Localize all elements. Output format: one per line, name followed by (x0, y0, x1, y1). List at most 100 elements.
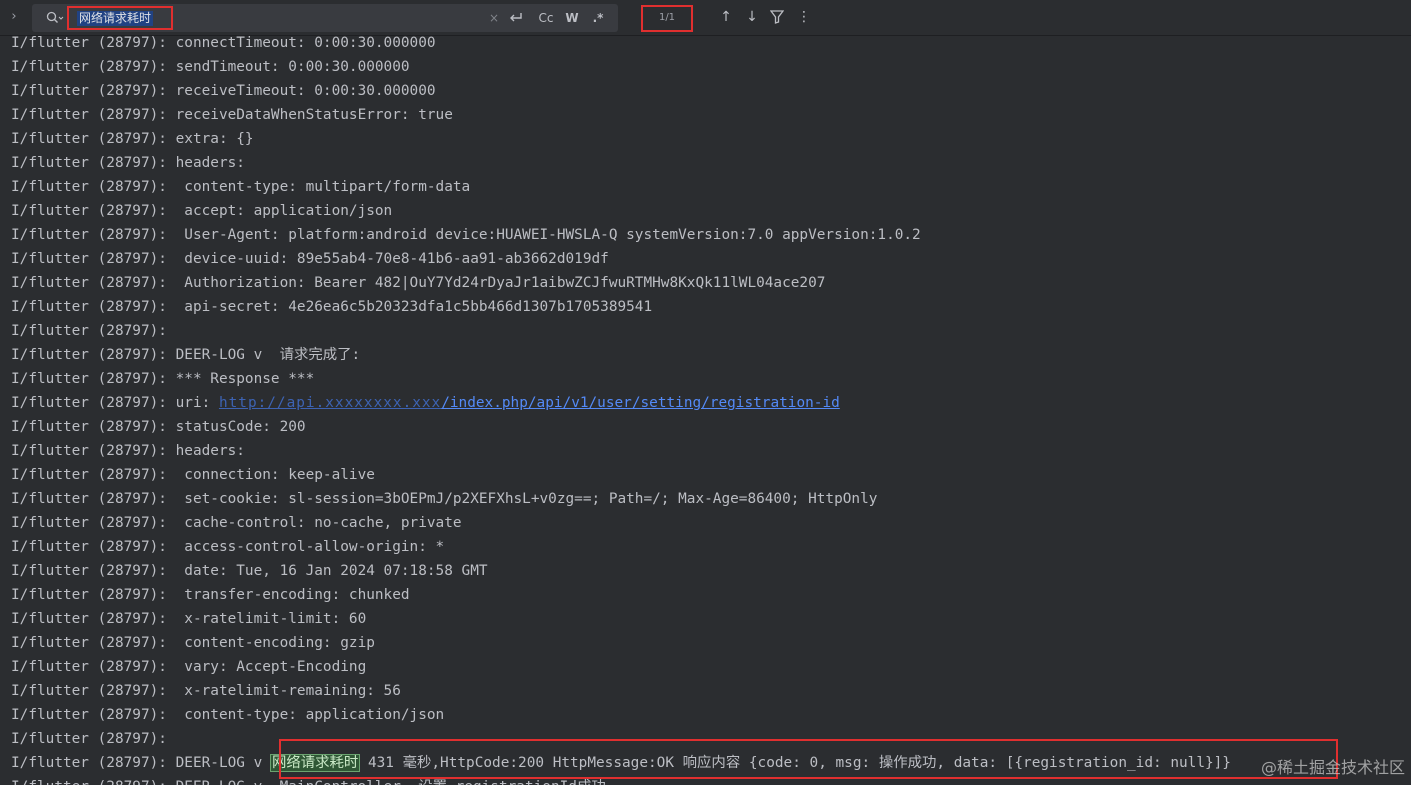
match-counter-frame: 1/1 (641, 5, 693, 32)
log-prefix: I/flutter (28797): (11, 659, 176, 675)
log-text: uri: (175, 395, 219, 411)
uri-host-blurred[interactable]: http://api.xxxxxxxx.xxx (219, 395, 441, 411)
log-text: *** Response *** (175, 371, 315, 387)
new-line-icon[interactable] (508, 11, 524, 25)
regex-button[interactable]: .* (587, 8, 609, 28)
log-line: I/flutter (28797): api-secret: 4e26ea6c5… (11, 295, 652, 319)
log-line: I/flutter (28797): DEER-LOG v 请求完成了: (11, 343, 360, 367)
log-line: I/flutter (28797): x-ratelimit-limit: 60 (11, 607, 366, 631)
log-line: I/flutter (28797): *** Response *** (11, 367, 314, 391)
search-history-icon[interactable] (46, 11, 64, 25)
log-text: cache-control: no-cache, private (175, 515, 462, 531)
log-text: 431 毫秒,HttpCode:200 HttpMessage:OK 响应内容 … (359, 755, 1231, 771)
log-text: content-encoding: gzip (175, 635, 375, 651)
log-prefix: I/flutter (28797): (11, 347, 176, 363)
log-prefix: I/flutter (28797): (11, 203, 176, 219)
log-text: set-cookie: sl-session=3bOEPmJ/p2XEFXhsL… (175, 491, 878, 507)
log-text: connectTimeout: 0:00:30.000000 (175, 35, 436, 51)
log-text: accept: application/json (175, 203, 393, 219)
log-line: I/flutter (28797): connection: keep-aliv… (11, 463, 375, 487)
log-text: connection: keep-alive (175, 467, 375, 483)
log-line: I/flutter (28797): extra: {} (11, 127, 254, 151)
log-text: x-ratelimit-remaining: 56 (175, 683, 401, 699)
log-line: I/flutter (28797): headers: (11, 439, 245, 463)
whole-words-button[interactable]: W (561, 8, 583, 28)
log-line: I/flutter (28797): (11, 727, 176, 751)
log-line: I/flutter (28797): statusCode: 200 (11, 415, 306, 439)
log-line-partial: I/flutter (28797): DEER-LOG v MainContro… (11, 775, 606, 785)
log-text: receiveDataWhenStatusError: true (175, 107, 453, 123)
log-text: content-type: application/json (175, 707, 445, 723)
search-match-highlight: 网络请求耗时 (269, 754, 361, 772)
log-prefix: I/flutter (28797): (11, 563, 176, 579)
log-text: transfer-encoding: chunked (175, 587, 410, 603)
match-counter: 1/1 (658, 12, 676, 23)
log-text: device-uuid: 89e55ab4-70e8-41b6-aa91-ab3… (175, 251, 609, 267)
log-text: receiveTimeout: 0:00:30.000000 (175, 83, 436, 99)
log-text: content-type: multipart/form-data (175, 179, 471, 195)
log-text: x-ratelimit-limit: 60 (175, 611, 367, 627)
log-text: statusCode: 200 (175, 419, 306, 435)
log-prefix: I/flutter (28797): (11, 59, 176, 75)
log-line: I/flutter (28797): transfer-encoding: ch… (11, 583, 410, 607)
log-line: I/flutter (28797): headers: (11, 151, 245, 175)
log-line: I/flutter (28797): receiveDataWhenStatus… (11, 103, 453, 127)
log-line: I/flutter (28797): User-Agent: platform:… (11, 223, 921, 247)
log-prefix: I/flutter (28797): (11, 467, 176, 483)
log-prefix: I/flutter (28797): (11, 275, 176, 291)
log-line: I/flutter (28797): Authorization: Bearer… (11, 271, 825, 295)
log-line: I/flutter (28797): content-type: applica… (11, 703, 444, 727)
search-field[interactable]: 网络请求耗时 × Cc W .* (32, 4, 618, 32)
log-line: I/flutter (28797): device-uuid: 89e55ab4… (11, 247, 609, 271)
log-prefix: I/flutter (28797): (11, 395, 176, 411)
log-text: date: Tue, 16 Jan 2024 07:18:58 GMT (175, 563, 488, 579)
log-prefix: I/flutter (28797): (11, 179, 176, 195)
log-text: headers: (175, 443, 245, 459)
log-prefix: I/flutter (28797): (11, 587, 176, 603)
log-prefix: I/flutter (28797): (11, 731, 176, 747)
log-text: Authorization: Bearer 482|OuY7Yd24rDyaJr… (175, 275, 826, 291)
log-line: I/flutter (28797): accept: application/j… (11, 199, 392, 223)
expand-replace-icon[interactable]: › (6, 8, 22, 26)
log-text: vary: Accept-Encoding (175, 659, 367, 675)
search-input[interactable]: 网络请求耗时 (77, 11, 154, 26)
log-line: I/flutter (28797): cache-control: no-cac… (11, 511, 462, 535)
log-text: access-control-allow-origin: * (175, 539, 445, 555)
log-line: I/flutter (28797): access-control-allow-… (11, 535, 444, 559)
filter-icon[interactable] (770, 10, 784, 24)
log-prefix: I/flutter (28797): (11, 323, 176, 339)
log-prefix: I/flutter (28797): (11, 707, 176, 723)
log-text: sendTimeout: 0:00:30.000000 (175, 59, 410, 75)
log-line: I/flutter (28797): date: Tue, 16 Jan 202… (11, 559, 488, 583)
log-prefix: I/flutter (28797): (11, 251, 176, 267)
log-line: I/flutter (28797): set-cookie: sl-sessio… (11, 487, 877, 511)
logcat-output: I/flutter (28797): connectTimeout: 0:00:… (0, 35, 1411, 785)
clear-search-icon[interactable]: × (487, 8, 501, 28)
log-prefix: I/flutter (28797): (11, 107, 176, 123)
log-text: api-secret: 4e26ea6c5b20323dfa1c5bb466d1… (175, 299, 653, 315)
log-prefix: I/flutter (28797): (11, 227, 176, 243)
log-line: I/flutter (28797): (11, 319, 176, 343)
log-line: I/flutter (28797): vary: Accept-Encoding (11, 655, 366, 679)
match-case-button[interactable]: Cc (534, 8, 558, 28)
log-line: I/flutter (28797): connectTimeout: 0:00:… (11, 35, 436, 55)
previous-occurrence-icon[interactable]: ↑ (717, 8, 735, 26)
log-text: DEER-LOG v (175, 755, 271, 771)
log-prefix: I/flutter (28797): (11, 299, 176, 315)
uri-link[interactable]: /index.php/api/v1/user/setting/registrat… (441, 395, 840, 411)
log-line-uri: I/flutter (28797): uri: http://api.xxxxx… (11, 391, 840, 415)
next-occurrence-icon[interactable]: ↓ (743, 8, 761, 26)
log-text: extra: {} (175, 131, 254, 147)
log-prefix: I/flutter (28797): (11, 371, 176, 387)
log-text: headers: (175, 155, 245, 171)
log-prefix: I/flutter (28797): (11, 635, 176, 651)
log-text: DEER-LOG v 请求完成了: (175, 347, 361, 363)
log-line: I/flutter (28797): x-ratelimit-remaining… (11, 679, 401, 703)
log-text: User-Agent: platform:android device:HUAW… (175, 227, 921, 243)
log-prefix: I/flutter (28797): (11, 539, 176, 555)
more-options-icon[interactable]: ⋮ (795, 8, 813, 26)
log-prefix: I/flutter (28797): (11, 131, 176, 147)
find-bar: › 网络请求耗时 × Cc W .* 1/1 ↑ ↓ ⋮ (0, 0, 1411, 36)
log-line: I/flutter (28797): sendTimeout: 0:00:30.… (11, 55, 410, 79)
log-prefix: I/flutter (28797): (11, 683, 176, 699)
